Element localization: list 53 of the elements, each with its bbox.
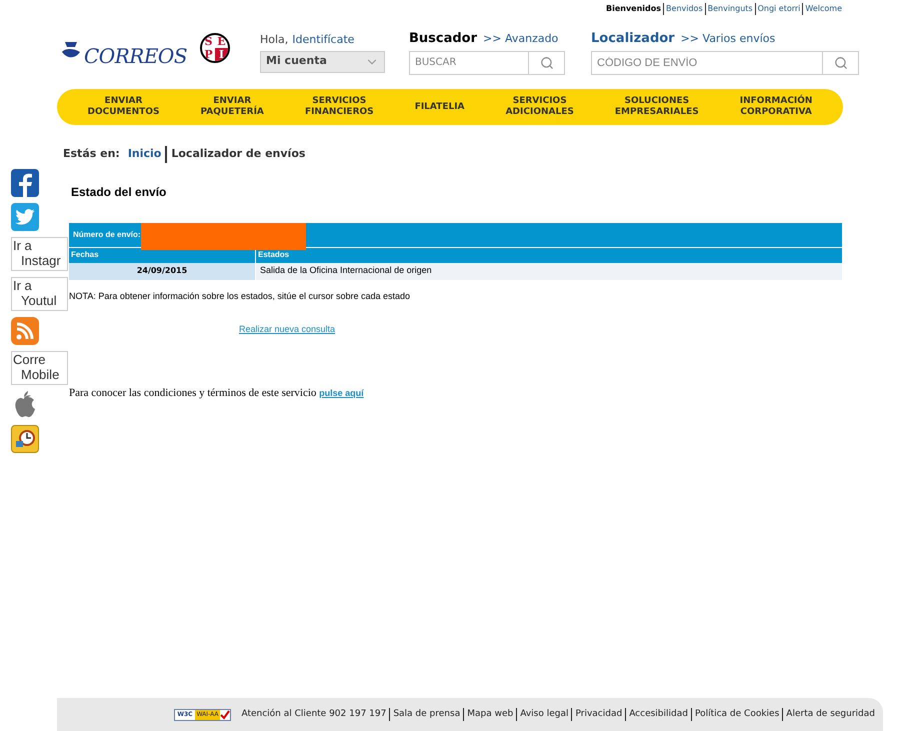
search-title: Buscador	[409, 30, 478, 48]
footer-link[interactable]: Política de Cookies	[690, 708, 780, 722]
language-link[interactable]: Benvidos	[663, 3, 703, 15]
advanced-search-link[interactable]: >> Avanzado	[483, 31, 558, 48]
locator-title: Localizador	[591, 30, 675, 48]
nav-link[interactable]: SERVICIOS FINANCIEROS	[304, 96, 374, 118]
facebook-icon[interactable]	[11, 169, 39, 197]
breadcrumb-label: Estás en:	[63, 146, 120, 162]
nav-link[interactable]: ENVIAR DOCUMENTOS	[88, 96, 160, 118]
status-cell: Salida de la Oficina Internacional de origen	[256, 262, 842, 280]
language-link[interactable]: Benvinguts	[704, 3, 753, 15]
note-text: NOTA: Para obtener información sobre los estados, sitúe el cursor sobre cada estado	[69, 290, 412, 302]
footer-link[interactable]: Privacidad	[571, 708, 622, 722]
footer-link[interactable]: Alerta de seguridad	[782, 708, 875, 722]
rss-icon[interactable]	[11, 317, 39, 345]
new-query-link[interactable]: Realizar nueva consulta	[238, 324, 336, 334]
footer-link[interactable]: Sala de prensa	[389, 708, 460, 722]
date-cell: 24/09/2015	[69, 262, 256, 280]
multiple-shipments-link[interactable]: >> Varios envíos	[680, 31, 776, 48]
account-dropdown[interactable]: Mi cuenta	[260, 50, 385, 72]
broken-image[interactable]: Ir a Instagr	[11, 237, 68, 271]
page-title: Estado del envío	[71, 184, 168, 200]
tracking-number-label: Número de envío:	[72, 228, 141, 240]
broken-image[interactable]: Ir a Youtul	[11, 277, 68, 311]
column-header: Estados	[256, 248, 842, 262]
footer-link[interactable]: Mapa web	[463, 708, 514, 722]
brand-logo: CORREOS	[84, 43, 188, 70]
login-link[interactable]: Identifícate	[292, 32, 354, 48]
clock-icon[interactable]	[11, 425, 39, 453]
nav-link[interactable]: FILATELIA	[414, 102, 465, 112]
language-link[interactable]: Ongi etorri	[754, 3, 800, 15]
terms-text: Para conocer las condiciones y términos de este servicio pulse aquí	[69, 386, 365, 401]
breadcrumb-link[interactable]: Inicio	[128, 146, 162, 162]
checkmark-icon	[220, 710, 230, 720]
nav-link[interactable]: SERVICIOS ADICIONALES	[506, 96, 574, 118]
search-button[interactable]	[823, 50, 859, 74]
search-icon	[834, 56, 848, 70]
broken-image[interactable]: Corre Mobile	[11, 351, 68, 385]
greeting: Hola,	[260, 32, 288, 48]
nav-link[interactable]: SOLUCIONES EMPRESARIALES	[614, 96, 699, 118]
language-link[interactable]: Welcome	[802, 3, 842, 15]
search-field[interactable]: BUSCAR	[409, 50, 529, 74]
footer-link[interactable]: Accesibilidad	[625, 708, 688, 722]
search-button[interactable]	[529, 50, 565, 74]
nav-link[interactable]: INFORMACIÓN CORPORATIVA	[740, 96, 812, 118]
footer-link[interactable]: Aviso legal	[516, 708, 568, 722]
nav-link[interactable]: ENVIAR PAQUETERÍA	[200, 96, 264, 118]
language-link[interactable]: Bienvenidos	[606, 3, 662, 15]
breadcrumb-link[interactable]: Localizador de envíos	[165, 146, 306, 162]
footer-link[interactable]: Atención al Cliente 902 197 197	[241, 708, 386, 722]
bird-icon[interactable]	[11, 203, 39, 231]
search-icon	[540, 56, 554, 70]
terms-link[interactable]: pulse aquí	[319, 388, 364, 398]
